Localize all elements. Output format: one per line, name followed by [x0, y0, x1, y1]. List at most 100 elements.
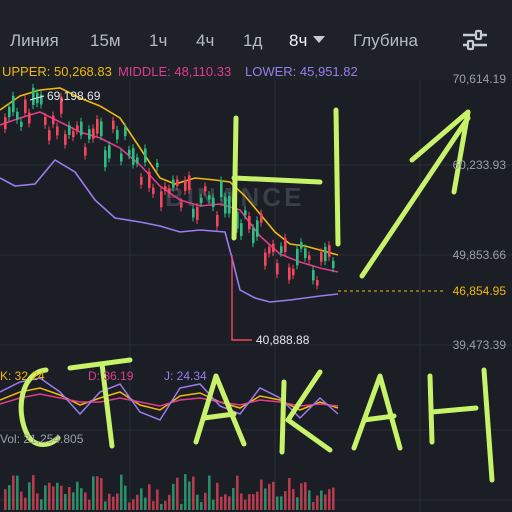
candle-body [228, 195, 231, 214]
volume-bar [212, 499, 215, 510]
volume-bar [192, 476, 195, 510]
price-axis-label: 39,473.39 [452, 338, 506, 352]
volume-bar [268, 483, 271, 510]
volume-bar [248, 494, 251, 510]
volume-bar [52, 486, 55, 510]
candle-body [116, 129, 119, 140]
volume-bar [36, 493, 39, 510]
candle-body [320, 252, 323, 262]
candle-body [304, 248, 307, 259]
volume-bar [160, 503, 163, 510]
volume-bar [244, 499, 247, 510]
volume-bar [20, 491, 23, 510]
volume-bar [292, 489, 295, 510]
volume-bar [120, 474, 123, 510]
volume-bar [300, 483, 303, 510]
candle-body [44, 116, 47, 125]
candle-body [104, 150, 107, 168]
candle-body [284, 237, 287, 253]
candle-body [68, 125, 71, 135]
candle-body [276, 263, 279, 275]
volume-bar [256, 491, 259, 510]
volume-bar [48, 482, 51, 510]
candle-body [168, 188, 171, 194]
volume-bar [72, 492, 75, 510]
candle-body [100, 121, 103, 137]
candle-body [220, 180, 223, 198]
candle-body [156, 162, 159, 168]
candle-body [196, 207, 199, 220]
candle-body [288, 267, 291, 280]
current-price-tag: 46,854.95 [449, 283, 509, 299]
volume-bar [288, 478, 291, 510]
kdj-k-value: K: 32.24 [0, 369, 45, 383]
volume-bar [156, 489, 159, 510]
candle-body [120, 153, 123, 162]
volume-bar [12, 475, 15, 510]
candle-body [84, 147, 87, 156]
candle-body [296, 248, 299, 266]
volume-bar [304, 482, 307, 510]
volume-bar [4, 489, 7, 510]
volume-bar [116, 493, 119, 510]
candle-body [212, 197, 215, 208]
candle-body [272, 243, 275, 253]
candle-body [132, 148, 135, 165]
candle-body [208, 195, 211, 200]
candle-body [152, 187, 155, 195]
candle-body [312, 270, 315, 281]
volume-bar [40, 499, 43, 510]
volume-bar [28, 482, 31, 510]
volume-bar [252, 494, 255, 510]
candle-body [308, 255, 311, 260]
candle-body [64, 134, 67, 145]
high-price-label: 69,198.69 [47, 89, 101, 103]
boll-upper-line [0, 87, 339, 256]
volume-bar [132, 499, 135, 510]
candle-body [240, 223, 243, 237]
volume-bar [128, 502, 131, 510]
volume-bar [44, 485, 47, 510]
candle-body [148, 171, 151, 188]
volume-bar [316, 495, 319, 510]
candle-body [24, 99, 27, 113]
candle-body [8, 106, 11, 118]
volume-bar [180, 503, 183, 510]
candle-body [108, 145, 111, 159]
volume-bar [140, 488, 143, 510]
volume-bar [324, 494, 327, 510]
kdj-j-value: J: 24.34 [164, 369, 207, 383]
candle-body [188, 175, 191, 191]
volume-bar [220, 496, 223, 510]
candle-body [300, 242, 303, 249]
candle-body [184, 180, 187, 191]
candle-body [332, 260, 335, 269]
volume-bar [228, 496, 231, 510]
volume-bar [204, 492, 207, 510]
volume-bar [152, 501, 155, 510]
candle-body [260, 213, 263, 223]
volume-bar [284, 491, 287, 510]
volume-bar [264, 488, 267, 510]
volume-bar [68, 486, 71, 510]
volume-bar [224, 494, 227, 510]
candle-body [16, 111, 19, 120]
candle-body [164, 186, 167, 191]
candle-body [268, 247, 271, 254]
candle-body [216, 214, 219, 227]
volume-bar [32, 475, 35, 510]
candle-body [244, 210, 247, 216]
low-price-label: 40,888.88 [256, 333, 310, 347]
volume-bar [176, 477, 179, 510]
volume-bar [280, 496, 283, 510]
volume-bar [84, 492, 87, 510]
candle-body [292, 268, 295, 276]
candle-body [12, 95, 15, 113]
candle-body [4, 117, 7, 130]
volume-bar [60, 485, 63, 510]
candle-body [316, 280, 319, 286]
volume-bar [320, 490, 323, 510]
candle-body [180, 202, 183, 208]
volume-bar [144, 497, 147, 510]
volume-bar [88, 499, 91, 510]
